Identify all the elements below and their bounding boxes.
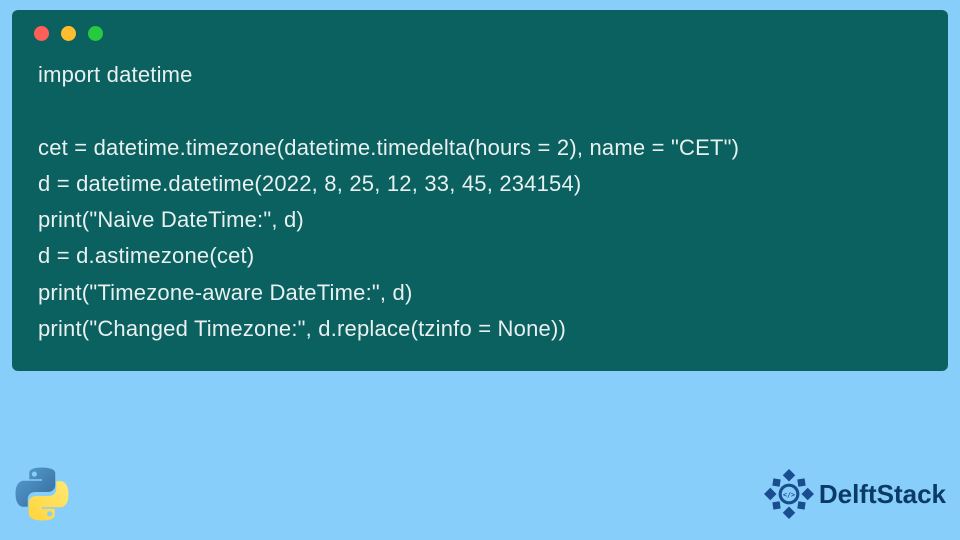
code-window: import datetime cet = datetime.timezone(… xyxy=(12,10,948,371)
maximize-icon xyxy=(88,26,103,41)
delftstack-text: DelftStack xyxy=(819,479,946,510)
window-titlebar xyxy=(12,10,948,51)
delftstack-logo: </> DelftStack xyxy=(763,468,946,520)
python-logo-icon xyxy=(14,466,70,522)
code-block: import datetime cet = datetime.timezone(… xyxy=(12,51,948,353)
svg-text:</>: </> xyxy=(783,491,795,499)
minimize-icon xyxy=(61,26,76,41)
delftstack-mark-icon: </> xyxy=(763,468,815,520)
close-icon xyxy=(34,26,49,41)
